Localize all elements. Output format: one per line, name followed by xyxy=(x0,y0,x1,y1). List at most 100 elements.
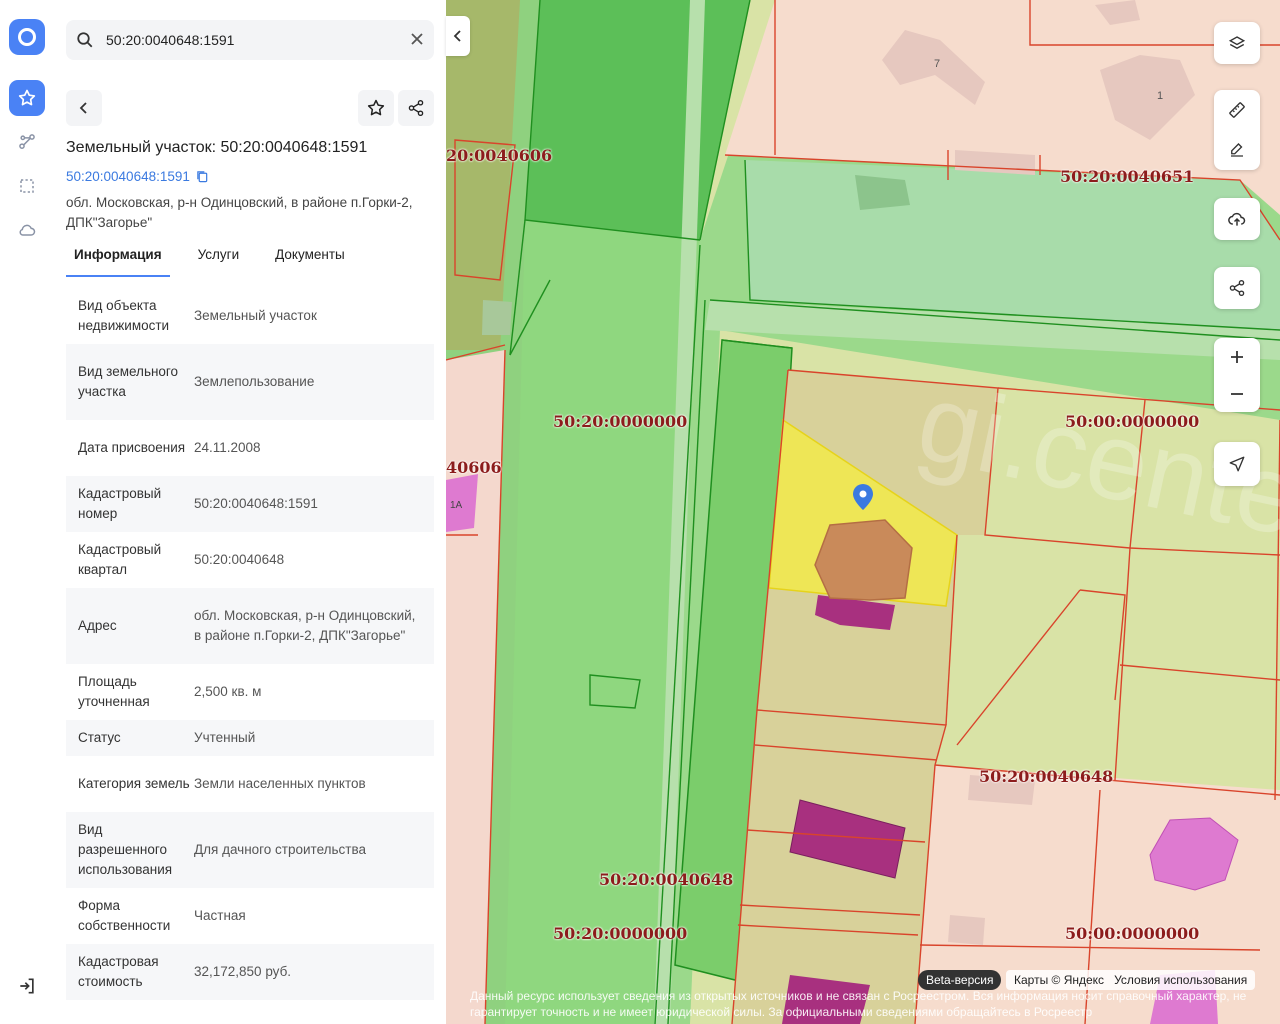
info-value: 50:20:0040648 xyxy=(194,552,285,567)
info-key: Форма собственности xyxy=(78,898,171,933)
info-value: Учтенный xyxy=(194,730,256,745)
info-value: Земельный участок xyxy=(194,308,317,323)
terms-link[interactable]: Условия использования xyxy=(1114,973,1247,987)
info-panel: 50:20:0040648:1591 Земельный участок: 50… xyxy=(54,0,446,1024)
cadastral-label: 50:20:0000000 xyxy=(553,412,688,431)
chevron-left-icon xyxy=(453,30,461,42)
cloud-upload-icon xyxy=(1228,212,1246,226)
tabs-bar: Информация Услуги Документы xyxy=(66,244,373,277)
minus-icon xyxy=(1231,392,1243,395)
info-row: Вид разрешенного использования Для дачног… xyxy=(66,812,434,888)
cadastral-label: 50:20:0040648 xyxy=(599,870,734,889)
cloud-icon[interactable] xyxy=(9,212,45,248)
info-key: Адрес xyxy=(78,618,117,633)
info-row: Кадастровый номер 50:20:0040648:1591 xyxy=(66,476,434,532)
back-button[interactable] xyxy=(66,90,102,126)
object-address: обл. Московская, р-н Одинцовский, в райо… xyxy=(66,195,413,230)
layers-icon xyxy=(1228,36,1246,50)
navigation-arrow-icon xyxy=(1229,456,1245,472)
upload-button[interactable] xyxy=(1214,198,1260,240)
tab-services[interactable]: Услуги xyxy=(190,244,248,275)
house-number: 1 xyxy=(1157,90,1164,102)
cadastral-label: 50:20:0000000 xyxy=(553,924,688,943)
info-row: Кадастровая стоимость 32,172,850 руб. xyxy=(66,944,434,1000)
info-value: 2,500 кв. м xyxy=(194,684,262,699)
search-input[interactable]: 50:20:0040648:1591 xyxy=(106,32,234,48)
share-icon xyxy=(1229,279,1245,297)
cadastral-number-link[interactable]: 50:20:0040648:1591 xyxy=(66,169,209,184)
clear-search-icon[interactable] xyxy=(410,32,424,46)
tab-documents[interactable]: Документы xyxy=(267,244,353,275)
info-row: Вид земельного участка Землепользование xyxy=(66,344,434,420)
info-key: Статус xyxy=(78,730,121,745)
left-rail xyxy=(0,0,55,1024)
info-key: Дата присвоения xyxy=(78,440,186,455)
chevron-left-icon xyxy=(79,102,87,114)
info-row: Адрес обл. Московская, р-н Одинцовский, в… xyxy=(66,588,434,664)
info-key: Категория земель xyxy=(78,776,190,791)
info-row: Площадь уточненная 2,500 кв. м xyxy=(66,664,434,720)
info-key: Вид объекта недвижимости xyxy=(78,298,170,333)
house-number: 7 xyxy=(934,58,941,70)
info-row: Кадастровый квартал 50:20:0040648 xyxy=(66,532,434,588)
info-key: Вид земельного участка xyxy=(78,364,179,399)
edit-icon xyxy=(1231,143,1243,157)
favorites-star-icon[interactable] xyxy=(9,80,45,116)
info-key: Кадастровый номер xyxy=(78,486,162,521)
cadastral-label: 20:0040606 xyxy=(446,146,553,165)
logout-icon[interactable] xyxy=(9,968,45,1004)
plus-icon xyxy=(1231,350,1243,363)
info-row: Форма собственности Частная xyxy=(66,888,434,944)
layers-button[interactable] xyxy=(1214,22,1260,64)
info-key: Площадь уточненная xyxy=(78,674,150,709)
info-row: Вид объекта недвижимости Земельный участо… xyxy=(66,288,434,344)
info-table: Вид объекта недвижимости Земельный участо… xyxy=(66,288,434,1000)
share-icon xyxy=(408,99,424,117)
route-nodes-icon[interactable] xyxy=(9,124,45,160)
collapse-panel-button[interactable] xyxy=(446,16,470,56)
search-icon xyxy=(77,32,93,48)
info-value: Частная xyxy=(194,908,246,923)
star-icon xyxy=(367,99,385,116)
info-row: Статус Учтенный xyxy=(66,720,434,756)
info-value: Для дачного строительства xyxy=(194,842,367,857)
area-select-icon[interactable] xyxy=(9,168,45,204)
search-bar[interactable]: 50:20:0040648:1591 xyxy=(66,20,434,60)
cadastral-number-text[interactable]: 50:20:0040648:1591 xyxy=(66,169,190,184)
info-key: Кадастровая стоимость xyxy=(78,954,159,989)
info-key: Кадастровый квартал xyxy=(78,542,162,577)
cadastral-label: 50:20:0040651 xyxy=(1060,167,1195,186)
app-logo[interactable] xyxy=(9,19,45,55)
cadastral-label: 50:00:0000000 xyxy=(1065,412,1200,431)
zoom-in-button[interactable] xyxy=(1214,339,1260,375)
zoom-out-button[interactable] xyxy=(1214,376,1260,412)
tab-information[interactable]: Информация xyxy=(66,244,170,277)
cadastral-label: 50:00:0000000 xyxy=(1065,924,1200,943)
info-row: Дата присвоения 24.11.2008 xyxy=(66,420,434,476)
geolocate-button[interactable] xyxy=(1214,442,1260,486)
map-attribution: Карты © Яндекс Условия использования xyxy=(1006,970,1256,990)
share-button[interactable] xyxy=(398,90,434,126)
info-value: 50:20:0040648:1591 xyxy=(194,496,318,511)
measure-tools-group xyxy=(1214,90,1260,170)
info-row: Категория земель Земли населенных пунктов xyxy=(66,756,434,812)
info-value: Землепользование xyxy=(194,374,315,389)
draw-button[interactable] xyxy=(1214,132,1260,168)
cadastral-label: 40606 xyxy=(446,458,502,477)
ruler-icon xyxy=(1229,102,1245,118)
share-map-button[interactable] xyxy=(1214,267,1260,309)
copy-icon[interactable] xyxy=(196,170,209,183)
house-number: 1А xyxy=(450,500,463,511)
yandex-attribution[interactable]: Карты © Яндекс xyxy=(1014,973,1104,987)
info-value: Земли населенных пунктов xyxy=(194,776,366,791)
favorite-button[interactable] xyxy=(358,90,394,126)
zoom-controls xyxy=(1214,338,1260,412)
beta-badge: Beta-версия xyxy=(918,970,1002,990)
info-key: Вид разрешенного использования xyxy=(78,822,173,877)
cadastral-map[interactable]: gi.center 20:0040606 50:20:0040651 50:20… xyxy=(446,0,1280,1024)
info-value: 32,172,850 руб. xyxy=(194,964,292,979)
page-title: Земельный участок: 50:20:0040648:1591 xyxy=(66,139,368,156)
cadastral-label: 50:20:0040648 xyxy=(979,767,1114,786)
info-value: обл. Московская, р-н Одинцовский, в райо… xyxy=(194,608,416,643)
ruler-button[interactable] xyxy=(1214,92,1260,128)
